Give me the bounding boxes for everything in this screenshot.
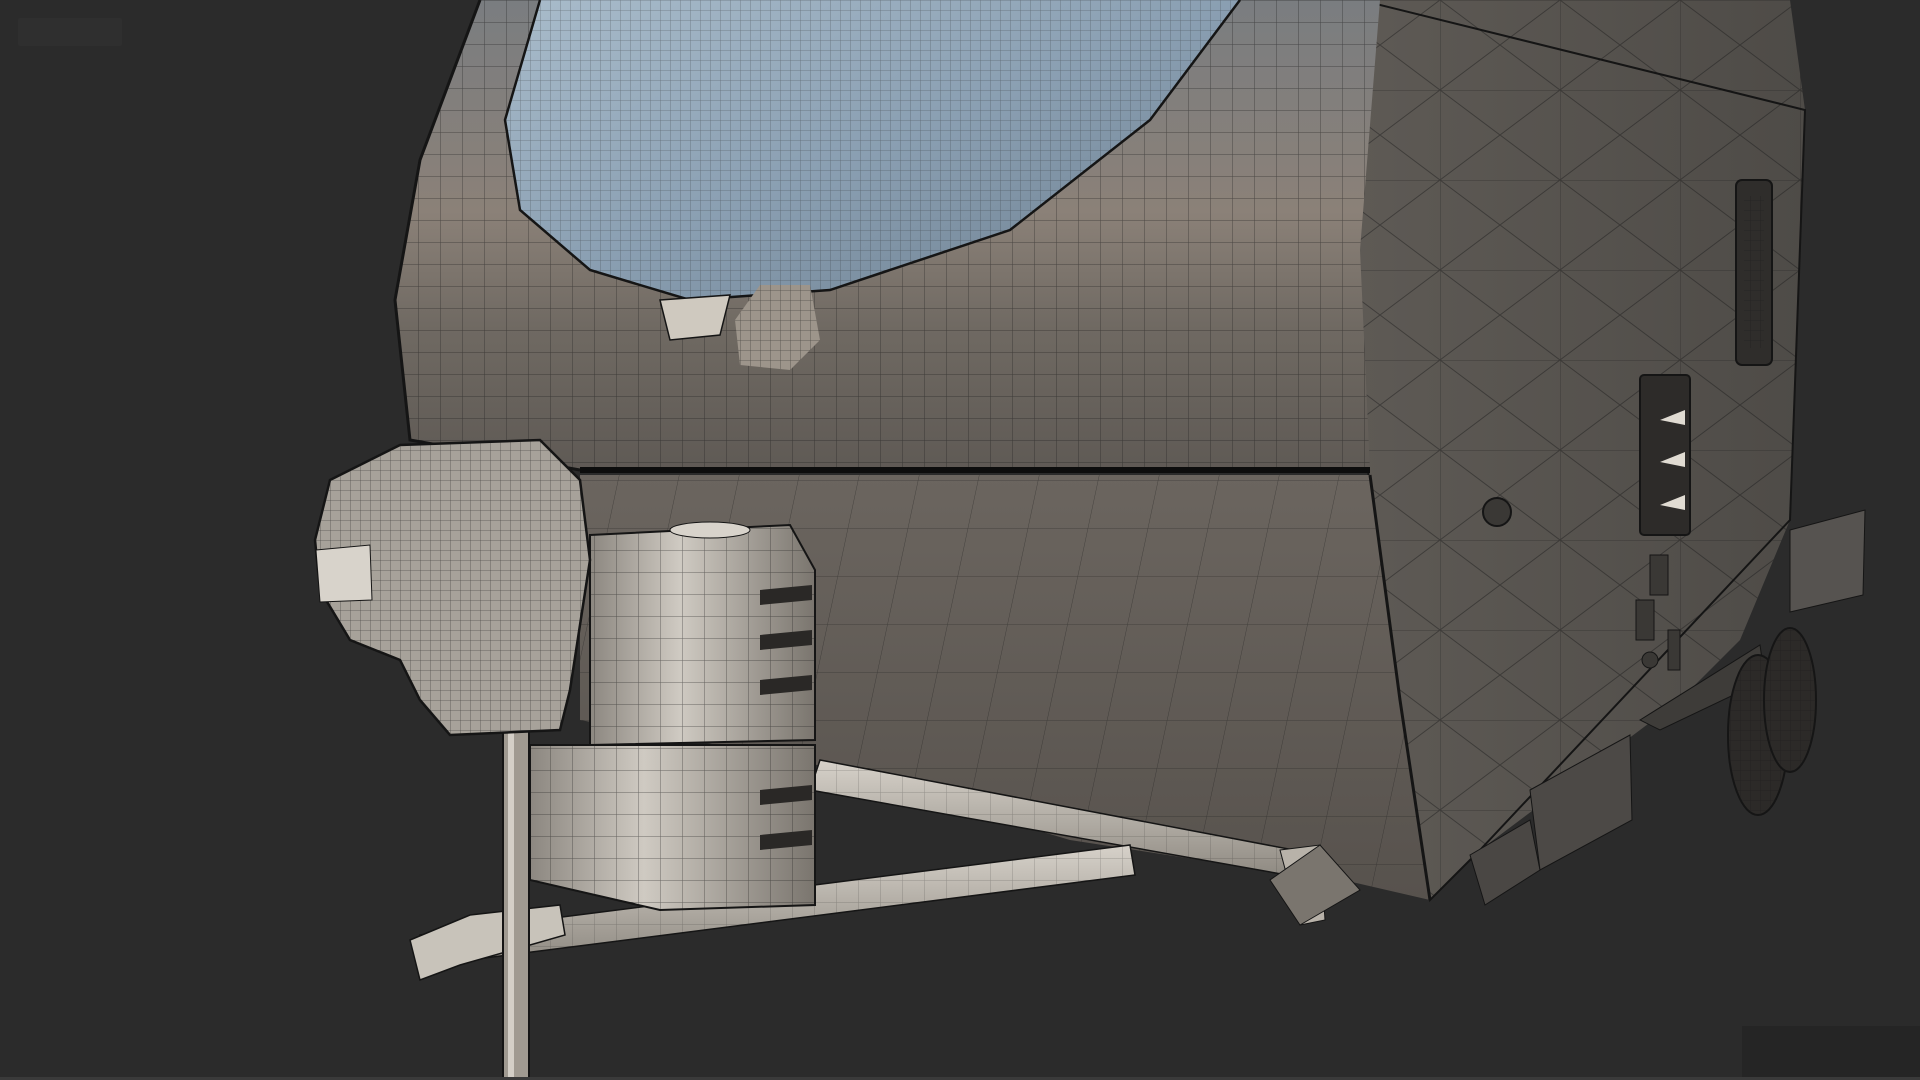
side-window[interactable] [1735, 179, 1773, 366]
jockey-wheel-post[interactable] [502, 719, 530, 1080]
wheels[interactable] [1727, 627, 1817, 816]
jockey-head[interactable] [313, 438, 592, 737]
side-door-vents[interactable] [1639, 374, 1691, 536]
viewport-view-label[interactable] [18, 18, 122, 46]
viewport-corner-overlay [1742, 1026, 1920, 1080]
viewport-scene[interactable] [0, 0, 1920, 1080]
3d-viewport[interactable] [0, 0, 1920, 1080]
